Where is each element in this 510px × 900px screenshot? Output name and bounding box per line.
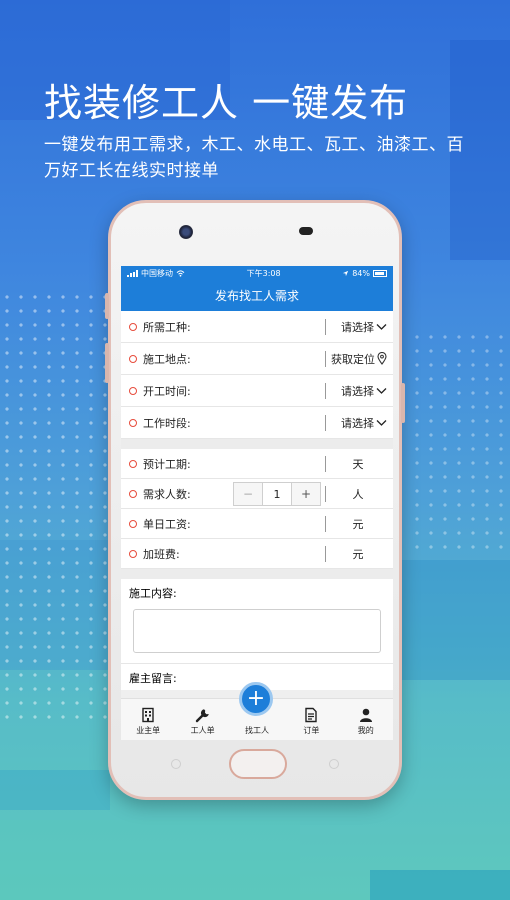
- divider: [325, 546, 326, 562]
- back-soft-key: [171, 759, 181, 769]
- cost-info-group: 预计工期: 天 需求人数: − 1 + 人 单日工资: 元 加班费: 元: [121, 449, 393, 569]
- decrement-button[interactable]: −: [234, 483, 262, 505]
- tab-label: 业主单: [136, 726, 161, 735]
- headcount-unit: 人: [352, 487, 364, 501]
- work-content-section: 施工内容:: [121, 579, 393, 664]
- headcount-row: 需求人数: − 1 + 人: [121, 479, 393, 509]
- tab-label: 我的: [357, 726, 374, 735]
- work-period-row[interactable]: 工作时段: 请选择: [121, 407, 393, 439]
- plus-icon[interactable]: +: [239, 682, 273, 716]
- daily-wage-row[interactable]: 单日工资: 元: [121, 509, 393, 539]
- headcount-stepper[interactable]: − 1 +: [233, 482, 321, 506]
- required-marker-icon: [129, 489, 137, 498]
- chevron-down-icon: [376, 387, 387, 394]
- app-screen: 中国移动 下午3:08 84% 发布找工人需求 所需工种: 请选择 施工地点: …: [121, 266, 393, 740]
- required-marker-icon: [129, 386, 137, 395]
- required-marker-icon: [129, 459, 137, 468]
- dot-pattern: [410, 330, 510, 550]
- start-time-value: 请选择: [341, 384, 374, 398]
- divider: [325, 516, 326, 532]
- duration-unit: 天: [352, 457, 364, 471]
- tab-find-workers[interactable]: + 找工人: [232, 682, 282, 736]
- user-icon: [359, 708, 372, 722]
- divider: [325, 415, 326, 431]
- get-location-button[interactable]: 获取定位: [331, 351, 387, 367]
- bottom-tab-bar: 业主单 工人单 + 找工人 订单 我的: [121, 682, 393, 740]
- page-title: 发布找工人需求: [121, 280, 393, 311]
- document-icon: [305, 707, 318, 723]
- overtime-row[interactable]: 加班费: 元: [121, 539, 393, 569]
- work-content-label: 施工内容:: [129, 587, 177, 600]
- tab-orders[interactable]: 订单: [286, 707, 336, 736]
- battery-percent: 84%: [352, 268, 370, 278]
- tab-label: 找工人: [244, 726, 269, 735]
- clock-label: 下午3:08: [246, 268, 281, 278]
- section-gap: [121, 439, 393, 449]
- location-value: 获取定位: [331, 352, 375, 366]
- signal-icon: [127, 269, 138, 277]
- worker-type-row[interactable]: 所需工种: 请选择: [121, 311, 393, 343]
- duration-row[interactable]: 预计工期: 天: [121, 449, 393, 479]
- phone-side-button: [105, 293, 109, 319]
- bg-decoration: [370, 870, 510, 900]
- bg-decoration: [390, 560, 510, 680]
- daily-wage-unit: 元: [352, 517, 364, 531]
- work-period-select[interactable]: 请选择: [341, 415, 387, 431]
- divider: [325, 351, 326, 367]
- start-time-row[interactable]: 开工时间: 请选择: [121, 375, 393, 407]
- tab-owner-orders[interactable]: 业主单: [123, 707, 173, 736]
- map-pin-icon: [377, 352, 387, 365]
- dot-pattern: [0, 290, 120, 720]
- bg-decoration: [0, 770, 110, 810]
- building-icon: [142, 707, 154, 723]
- battery-icon: [373, 269, 387, 277]
- required-marker-icon: [129, 519, 137, 528]
- phone-frame: 中国移动 下午3:08 84% 发布找工人需求 所需工种: 请选择 施工地点: …: [105, 200, 405, 800]
- divider: [325, 456, 326, 472]
- overtime-unit: 元: [352, 547, 364, 561]
- divider: [325, 319, 326, 335]
- increment-button[interactable]: +: [292, 483, 320, 505]
- divider: [325, 486, 326, 502]
- wifi-icon: [176, 269, 185, 277]
- start-time-select[interactable]: 请选择: [341, 383, 387, 399]
- promo-headline: 找装修工人 一键发布: [44, 81, 409, 125]
- wrench-icon: [195, 709, 209, 723]
- location-row[interactable]: 施工地点: 获取定位: [121, 343, 393, 375]
- tab-label: 订单: [303, 726, 320, 735]
- worker-type-select[interactable]: 请选择: [341, 319, 387, 335]
- required-marker-icon: [129, 322, 137, 331]
- section-gap: [121, 569, 393, 579]
- required-marker-icon: [129, 354, 137, 363]
- required-marker-icon: [129, 549, 137, 558]
- tab-worker-orders[interactable]: 工人单: [178, 707, 228, 736]
- headcount-input[interactable]: 1: [262, 483, 292, 505]
- menu-soft-key: [329, 759, 339, 769]
- work-period-value: 请选择: [341, 416, 374, 430]
- divider: [325, 383, 326, 399]
- phone-side-button: [105, 343, 109, 383]
- required-marker-icon: [129, 418, 137, 427]
- carrier-label: 中国移动: [141, 268, 173, 278]
- proximity-sensor: [299, 227, 313, 235]
- front-camera: [179, 225, 193, 239]
- location-arrow-icon: [343, 270, 349, 276]
- phone-side-button: [401, 383, 405, 423]
- worker-type-value: 请选择: [341, 320, 374, 334]
- tab-label: 工人单: [190, 726, 215, 735]
- tab-mine[interactable]: 我的: [341, 707, 391, 736]
- work-content-textarea[interactable]: [133, 609, 381, 653]
- promo-subline: 一键发布用工需求，木工、水电工、瓦工、油漆工、百万好工长在线实时接单: [44, 135, 464, 181]
- chevron-down-icon: [376, 323, 387, 330]
- basic-info-group: 所需工种: 请选择 施工地点: 获取定位 开工时间: 请选择 工作时段: 请选择: [121, 311, 393, 439]
- bg-decoration: [0, 820, 300, 900]
- status-bar: 中国移动 下午3:08 84%: [121, 266, 393, 280]
- chevron-down-icon: [376, 419, 387, 426]
- home-button: [229, 749, 287, 779]
